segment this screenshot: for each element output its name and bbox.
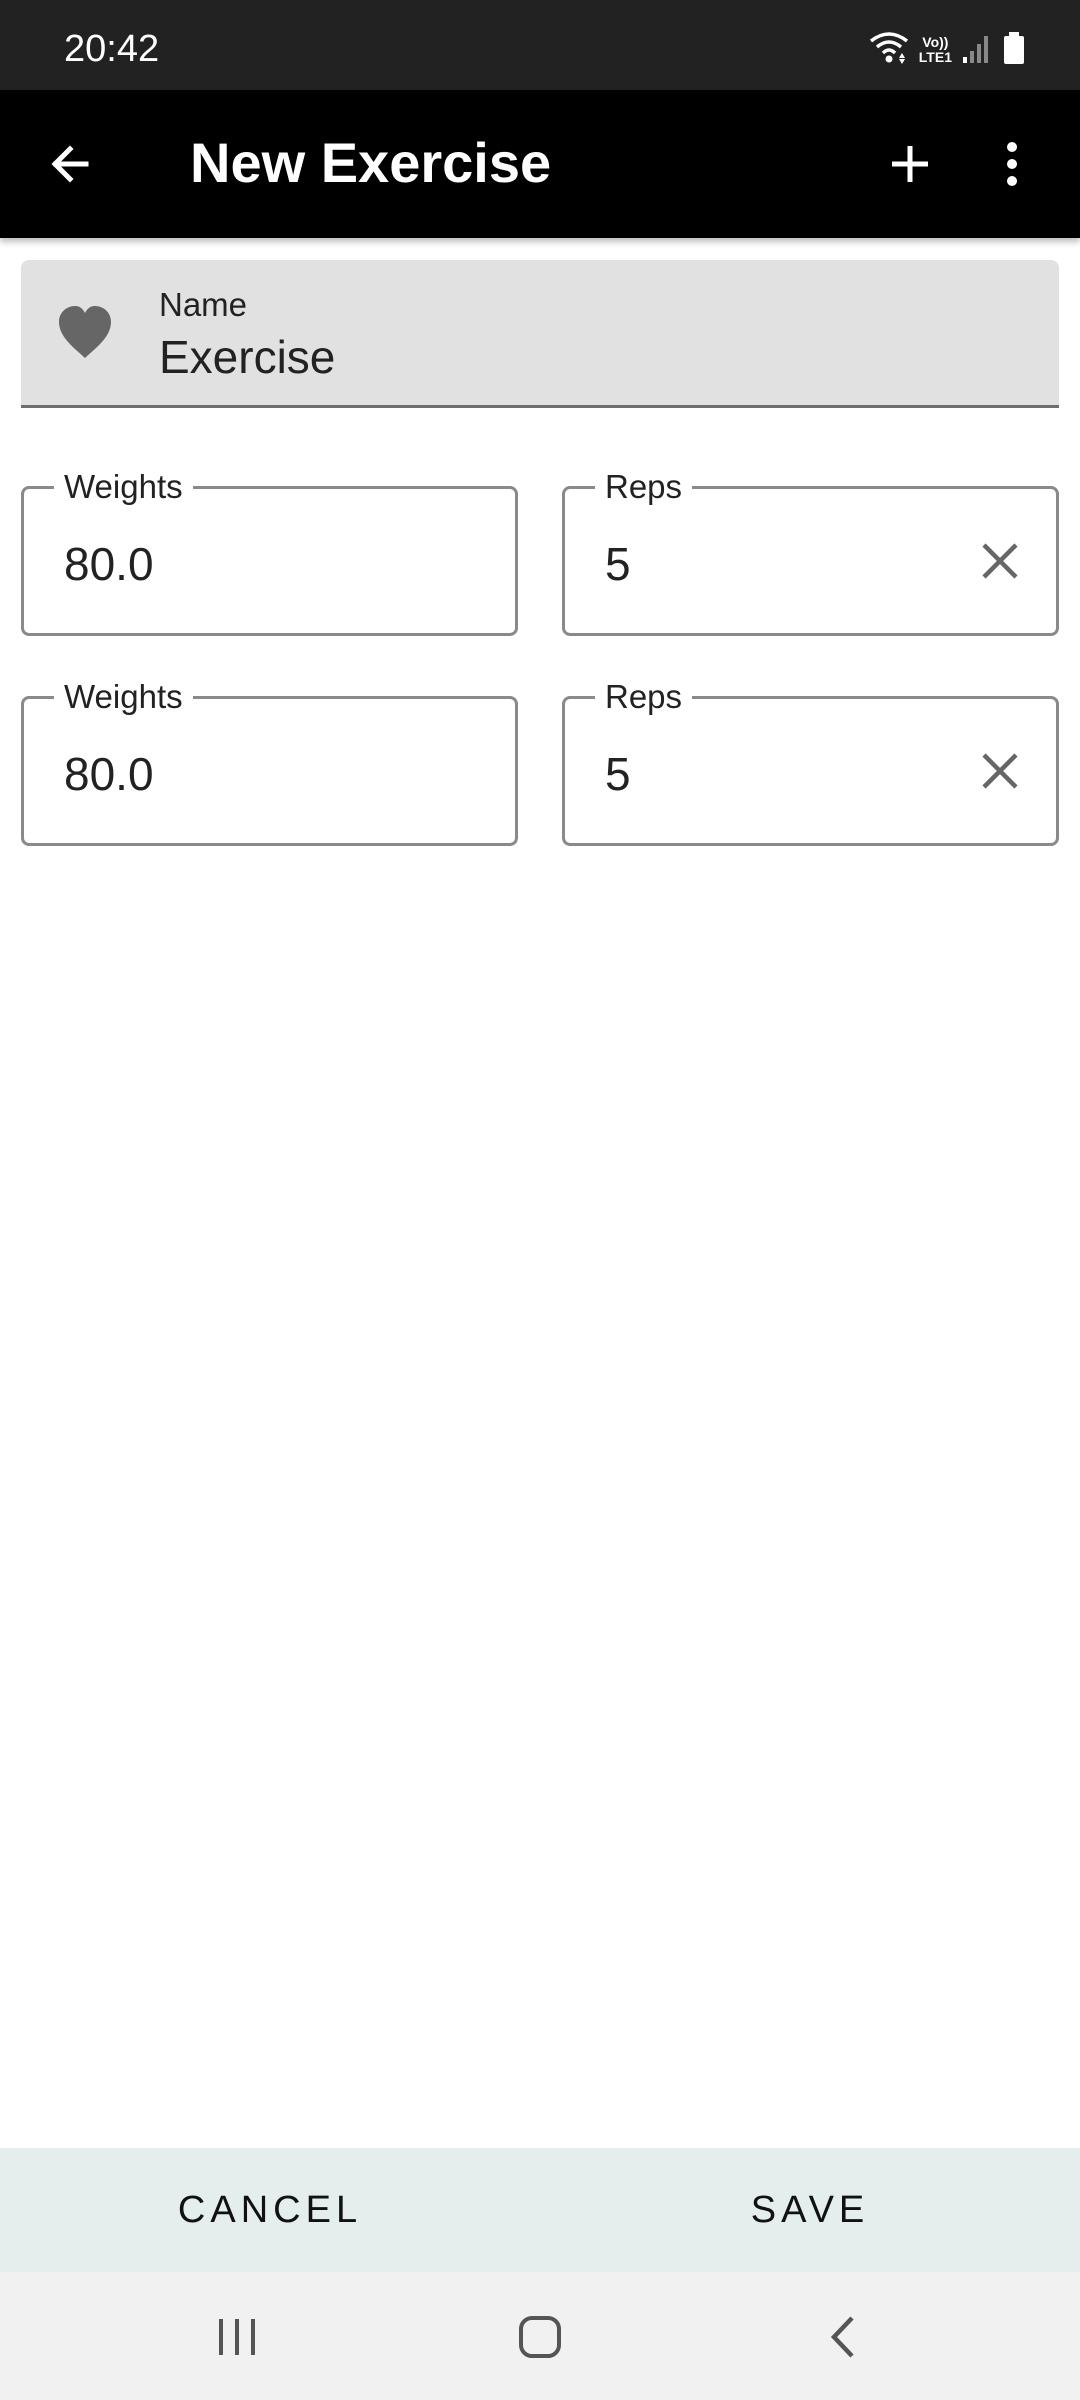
app-bar: New Exercise xyxy=(0,90,1080,238)
heart-icon[interactable] xyxy=(55,304,115,360)
name-label: Name xyxy=(159,286,248,323)
back-arrow-icon xyxy=(51,145,89,183)
name-value[interactable]: Exercise xyxy=(159,330,335,384)
signal-icon xyxy=(962,31,992,70)
cancel-button[interactable]: CANCEL xyxy=(0,2148,540,2272)
home-button[interactable] xyxy=(490,2302,590,2372)
recents-icon xyxy=(219,2319,255,2355)
screen: 20:42 Vo)) LTE1 New Exercise Name Exerci… xyxy=(0,0,1080,2400)
reps-field[interactable]: Reps 5 xyxy=(562,465,1059,636)
plus-icon xyxy=(892,146,928,182)
action-bar: CANCEL SAVE xyxy=(0,2148,1080,2272)
more-vert-icon xyxy=(1007,142,1017,186)
remove-set-button[interactable] xyxy=(972,743,1028,799)
weights-field[interactable]: Weights 80.0 xyxy=(21,465,518,636)
remove-set-button[interactable] xyxy=(972,533,1028,589)
reps-value[interactable]: 5 xyxy=(605,537,631,591)
name-field[interactable]: Name Exercise xyxy=(21,260,1059,408)
more-options-button[interactable] xyxy=(982,124,1042,204)
weights-value[interactable]: 80.0 xyxy=(64,537,154,591)
system-nav-bar xyxy=(0,2272,1080,2400)
add-set-button[interactable] xyxy=(870,124,950,204)
reps-label: Reps xyxy=(595,675,693,719)
weights-label: Weights xyxy=(54,675,193,719)
page-title: New Exercise xyxy=(190,131,552,194)
home-icon xyxy=(519,2316,561,2358)
status-bar: 20:42 Vo)) LTE1 xyxy=(0,0,1080,90)
reps-value[interactable]: 5 xyxy=(605,747,631,801)
close-icon xyxy=(982,543,1018,579)
network-type: Vo)) LTE1 xyxy=(918,34,952,65)
back-icon xyxy=(830,2316,854,2358)
status-icons: Vo)) LTE1 xyxy=(869,30,1026,70)
back-button[interactable] xyxy=(30,124,110,204)
weights-value[interactable]: 80.0 xyxy=(64,747,154,801)
recents-button[interactable] xyxy=(187,2302,287,2372)
status-time: 20:42 xyxy=(64,28,160,70)
wifi-icon xyxy=(869,31,909,70)
reps-field[interactable]: Reps 5 xyxy=(562,675,1059,846)
reps-label: Reps xyxy=(595,465,693,509)
close-icon xyxy=(982,753,1018,789)
save-button[interactable]: SAVE xyxy=(540,2148,1080,2272)
battery-icon xyxy=(1002,31,1026,70)
nav-back-button[interactable] xyxy=(793,2302,893,2372)
weights-field[interactable]: Weights 80.0 xyxy=(21,675,518,846)
weights-label: Weights xyxy=(54,465,193,509)
